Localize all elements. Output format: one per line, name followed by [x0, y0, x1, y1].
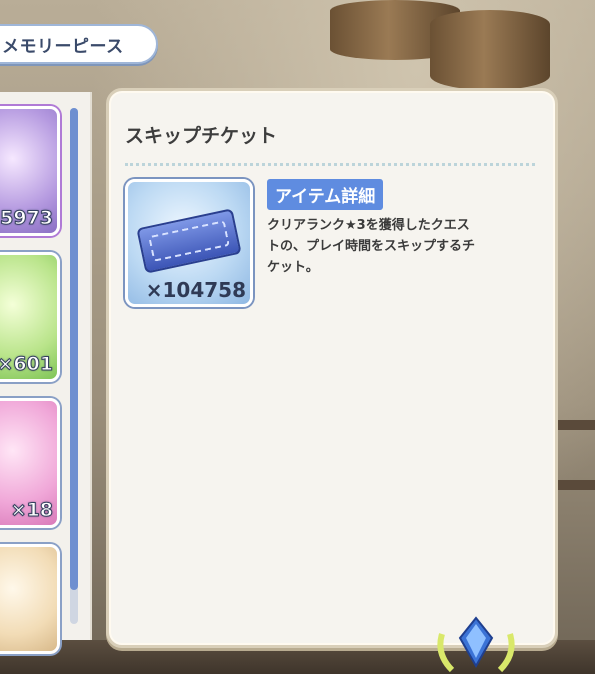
item-card-count: ×18	[10, 499, 53, 522]
description-line: クリアランク★3を獲得したクエス	[267, 218, 470, 233]
screen-title-tab[interactable]: メモリーピース	[0, 24, 158, 64]
item-owned-count: ×104758	[145, 278, 246, 302]
item-card[interactable]	[0, 544, 60, 654]
item-description: クリアランク★3を獲得したクエス トの、プレイ時間をスキップするチ ケット。	[267, 215, 537, 278]
item-detail-panel: スキップチケット ×104758 アイテム詳細 クリアランク★3を獲得したクエス…	[106, 88, 558, 648]
item-card-count: ×601	[0, 353, 53, 376]
item-detail-tag: アイテム詳細	[267, 179, 384, 210]
crystal-emblem-icon[interactable]	[432, 614, 520, 674]
skip-ticket-icon	[136, 208, 242, 274]
item-card-count: 5973	[0, 207, 53, 230]
divider	[125, 163, 535, 166]
description-line: トの、プレイ時間をスキップするチ	[267, 239, 476, 254]
screen-title: メモリーピース	[2, 36, 124, 57]
item-name: スキップチケット	[125, 125, 278, 147]
list-scrollbar-thumb[interactable]	[70, 108, 78, 590]
item-card[interactable]: 5973	[0, 106, 60, 236]
item-icon-frame: ×104758	[125, 179, 253, 307]
item-card[interactable]: ×601	[0, 252, 60, 382]
description-line: ケット。	[267, 260, 319, 275]
item-card[interactable]: ×18	[0, 398, 60, 528]
barrel-decoration	[430, 10, 550, 90]
